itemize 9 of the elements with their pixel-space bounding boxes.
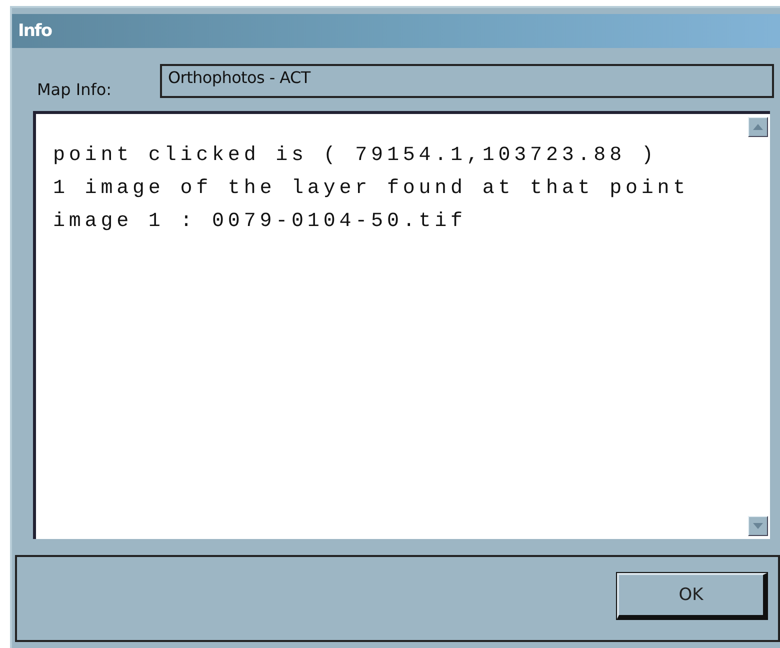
ok-button[interactable]: OK xyxy=(617,572,767,618)
scroll-up-icon[interactable] xyxy=(748,117,768,137)
output-line: 1 image of the layer found at that point xyxy=(53,176,690,202)
output-line: point clicked is ( 79154.1,103723.88 ) xyxy=(53,143,658,169)
map-info-field: Orthophotos - ACT xyxy=(160,64,774,98)
window-title: Info xyxy=(18,21,52,41)
field-label: Map Info: xyxy=(37,80,113,99)
scroll-down-icon[interactable] xyxy=(748,516,768,536)
output-line: image 1 : 0079-0104-50.tif xyxy=(53,209,468,235)
